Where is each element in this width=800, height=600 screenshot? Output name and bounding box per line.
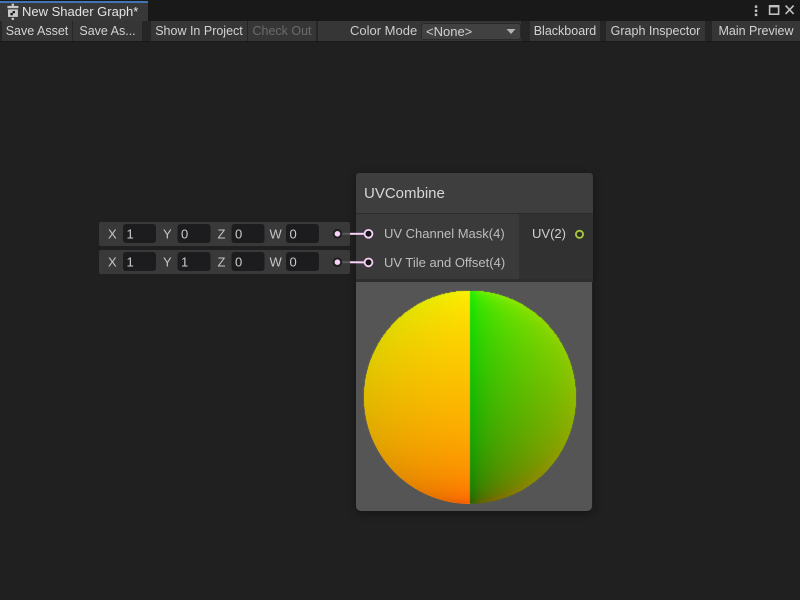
svg-text:Y: Y: [163, 255, 172, 270]
svg-text:Z: Z: [218, 227, 226, 242]
svg-text:W: W: [270, 227, 283, 242]
svg-text:0: 0: [290, 227, 297, 242]
svg-text:X: X: [108, 255, 117, 270]
svg-text:Z: Z: [218, 255, 226, 270]
svg-text:Y: Y: [163, 227, 172, 242]
svg-text:0: 0: [181, 227, 188, 242]
svg-text:0: 0: [290, 255, 297, 270]
svg-text:0: 0: [235, 227, 242, 242]
svg-text:0: 0: [235, 255, 242, 270]
svg-text:1: 1: [127, 227, 134, 242]
svg-text:1: 1: [181, 255, 188, 270]
svg-text:W: W: [270, 255, 283, 270]
svg-text:X: X: [108, 227, 117, 242]
svg-text:1: 1: [127, 255, 134, 270]
